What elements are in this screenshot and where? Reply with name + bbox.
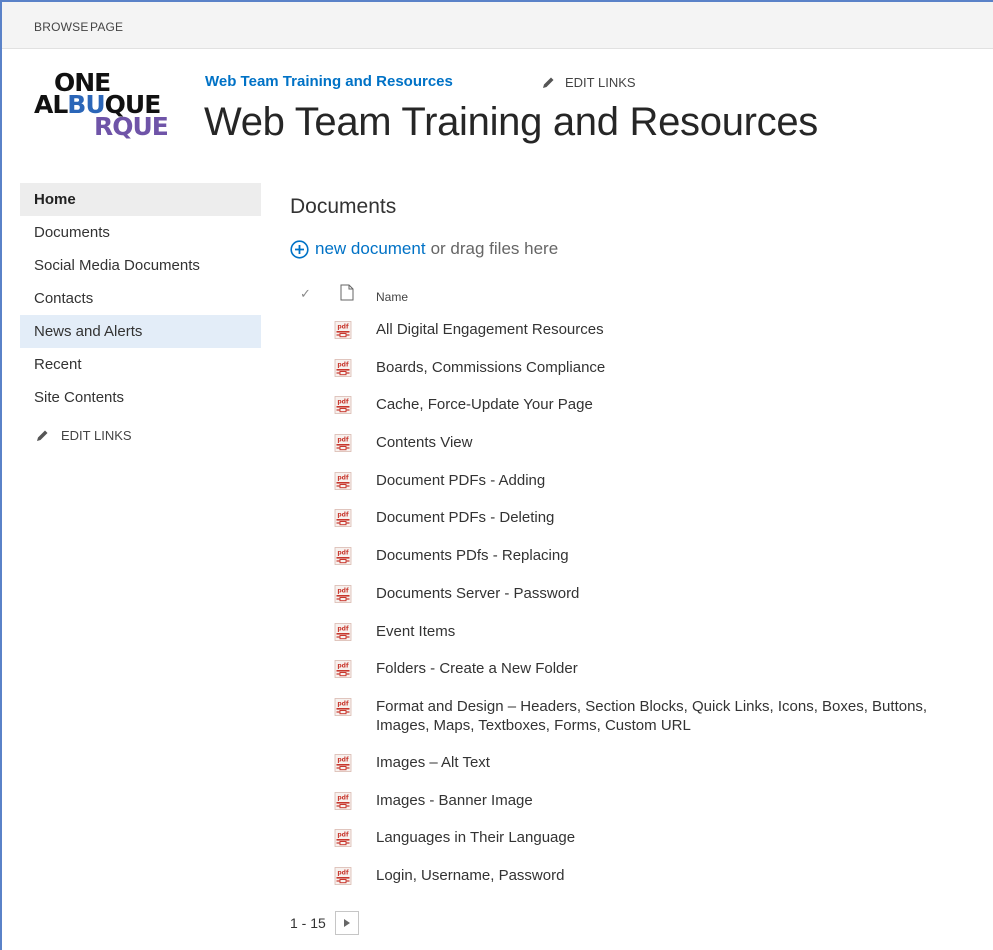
- drag-files-hint: or drag files here: [430, 239, 559, 258]
- pdf-icon: pdf: [334, 622, 352, 641]
- document-link[interactable]: Cache, Force-Update Your Page: [376, 395, 976, 414]
- document-link[interactable]: Documents Server - Password: [376, 584, 976, 603]
- table-row[interactable]: pdf Boards, Commissions Compliance: [290, 349, 980, 387]
- pdf-icon: pdf: [334, 358, 352, 377]
- svg-text:pdf: pdf: [337, 869, 349, 876]
- pdf-icon: pdf: [334, 584, 352, 603]
- pdf-icon: pdf: [334, 321, 352, 339]
- table-row[interactable]: pdf Images – Alt Text: [290, 744, 980, 782]
- document-link[interactable]: Document PDFs - Deleting: [376, 508, 976, 527]
- document-list: pdf All Digital Engagement Resources pdf Bo…: [290, 311, 980, 895]
- document-link[interactable]: Languages in Their Language: [376, 828, 976, 847]
- header-edit-links-label: EDIT LINKS: [565, 75, 636, 90]
- nav-item-site-contents[interactable]: Site Contents: [20, 381, 261, 414]
- document-link[interactable]: Documents PDfs - Replacing: [376, 546, 976, 565]
- table-row[interactable]: pdf All Digital Engagement Resources: [290, 311, 980, 349]
- logo-line-2a: AL: [34, 90, 68, 119]
- table-row[interactable]: pdf Event Items: [290, 613, 980, 651]
- nav-item-home[interactable]: Home: [20, 183, 261, 216]
- svg-text:pdf: pdf: [337, 361, 349, 368]
- pencil-icon: [543, 77, 554, 88]
- table-row[interactable]: pdf Folders - Create a New Folder: [290, 650, 980, 688]
- page-title: Web Team Training and Resources: [204, 100, 819, 144]
- document-link[interactable]: Format and Design – Headers, Section Blo…: [376, 697, 976, 735]
- ribbon-tab-browse[interactable]: BROWSE: [34, 20, 89, 34]
- add-circle-icon[interactable]: [290, 239, 309, 259]
- table-row[interactable]: pdf Languages in Their Language: [290, 819, 980, 857]
- svg-text:pdf: pdf: [337, 474, 349, 481]
- site-logo[interactable]: ONE ALBUQUE RQUE: [34, 70, 184, 152]
- svg-text:pdf: pdf: [337, 756, 349, 763]
- nav-edit-links-label: EDIT LINKS: [61, 428, 132, 443]
- svg-text:pdf: pdf: [337, 437, 349, 444]
- file-type-column-icon[interactable]: [340, 284, 354, 301]
- table-row[interactable]: pdf Documents Server - Password: [290, 575, 980, 613]
- logo-line-3: RQUE: [94, 112, 169, 141]
- document-link[interactable]: All Digital Engagement Resources: [376, 320, 976, 339]
- nav-item-contacts[interactable]: Contacts: [20, 282, 261, 315]
- select-all-checkmark[interactable]: ✓: [300, 286, 311, 302]
- pdf-icon: pdf: [334, 829, 352, 848]
- pdf-icon: pdf: [334, 791, 352, 810]
- new-document-bar: new document or drag files here: [290, 239, 558, 259]
- nav-item-social-media-documents[interactable]: Social Media Documents: [20, 249, 261, 282]
- svg-text:pdf: pdf: [337, 550, 349, 557]
- window-frame-left: [0, 0, 2, 950]
- table-row[interactable]: pdf Login, Username, Password: [290, 857, 980, 895]
- pencil-icon: [37, 430, 48, 441]
- svg-text:pdf: pdf: [337, 794, 349, 801]
- pdf-icon: pdf: [334, 396, 352, 415]
- quick-launch-nav: Home Documents Social Media Documents Co…: [20, 183, 261, 443]
- ribbon-tab-page[interactable]: PAGE: [90, 20, 123, 34]
- web-part-title[interactable]: Documents: [290, 195, 396, 219]
- new-document-link[interactable]: new document: [315, 239, 426, 259]
- svg-text:pdf: pdf: [337, 700, 349, 707]
- column-header-name[interactable]: Name: [376, 290, 408, 304]
- svg-text:pdf: pdf: [337, 399, 349, 406]
- svg-text:pdf: pdf: [337, 663, 349, 670]
- nav-edit-links-button[interactable]: EDIT LINKS: [20, 428, 261, 443]
- document-link[interactable]: Folders - Create a New Folder: [376, 659, 976, 678]
- table-row[interactable]: pdf Cache, Force-Update Your Page: [290, 386, 980, 424]
- svg-text:pdf: pdf: [337, 832, 349, 839]
- pager-next-button[interactable]: [334, 911, 359, 935]
- pdf-icon: pdf: [334, 867, 352, 885]
- nav-item-recent[interactable]: Recent: [20, 348, 261, 381]
- document-link[interactable]: Document PDFs - Adding: [376, 471, 976, 490]
- table-row[interactable]: pdf Contents View: [290, 424, 980, 462]
- table-row[interactable]: pdf Documents PDfs - Replacing: [290, 537, 980, 575]
- svg-text:pdf: pdf: [337, 625, 349, 632]
- svg-text:pdf: pdf: [337, 512, 349, 519]
- list-pager: 1 - 15: [290, 911, 359, 935]
- document-link[interactable]: Images – Alt Text: [376, 753, 976, 772]
- svg-text:pdf: pdf: [337, 324, 349, 331]
- document-link[interactable]: Login, Username, Password: [376, 866, 976, 885]
- document-link[interactable]: Images - Banner Image: [376, 791, 976, 810]
- pdf-icon: pdf: [334, 697, 352, 716]
- pdf-icon: pdf: [334, 434, 352, 452]
- table-row[interactable]: pdf Images - Banner Image: [290, 782, 980, 820]
- pdf-icon: pdf: [334, 509, 352, 528]
- nav-item-documents[interactable]: Documents: [20, 216, 261, 249]
- pager-range: 1 - 15: [290, 915, 326, 931]
- list-header-row: ✓ Name: [290, 282, 970, 308]
- document-link[interactable]: Contents View: [376, 433, 976, 452]
- pdf-icon: pdf: [334, 660, 352, 679]
- document-link[interactable]: Event Items: [376, 622, 976, 641]
- table-row[interactable]: pdf Format and Design – Headers, Section …: [290, 688, 980, 744]
- pdf-icon: pdf: [334, 753, 352, 772]
- site-breadcrumb-link[interactable]: Web Team Training and Resources: [205, 73, 453, 90]
- pdf-icon: pdf: [334, 547, 352, 566]
- svg-text:pdf: pdf: [337, 587, 349, 594]
- play-arrow-icon: [343, 919, 350, 927]
- table-row[interactable]: pdf Document PDFs - Deleting: [290, 499, 980, 537]
- nav-item-news-and-alerts[interactable]: News and Alerts: [20, 315, 261, 348]
- table-row[interactable]: pdf Document PDFs - Adding: [290, 462, 980, 500]
- document-link[interactable]: Boards, Commissions Compliance: [376, 358, 976, 377]
- header-edit-links-button[interactable]: EDIT LINKS: [542, 75, 636, 90]
- pdf-icon: pdf: [334, 471, 352, 490]
- ribbon-bar: BROWSE PAGE: [2, 2, 993, 49]
